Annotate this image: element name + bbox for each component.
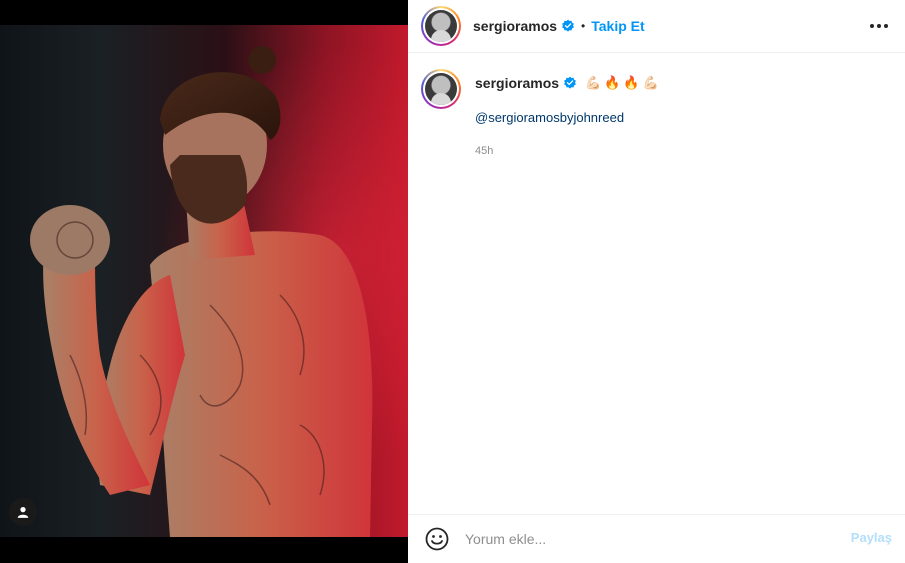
follow-button[interactable]: Takip Et (591, 18, 644, 34)
more-options-button[interactable] (867, 16, 891, 36)
share-comment-button[interactable]: Paylaş (851, 530, 892, 545)
tagged-users-button[interactable] (9, 498, 37, 526)
person-icon (17, 507, 29, 518)
verified-badge-icon (562, 19, 574, 32)
smiley-face-icon (425, 527, 449, 551)
post-timestamp[interactable]: 45h (475, 145, 662, 157)
caption-author-username[interactable]: sergioramos (475, 75, 559, 91)
caption-emojis: 💪🏻🔥🔥💪🏻 (585, 75, 662, 90)
verified-badge-icon (564, 76, 576, 89)
post-caption: sergioramos 💪🏻🔥🔥💪🏻 @sergioramosbyjohnree… (421, 69, 891, 157)
photo-illustration (30, 46, 373, 537)
comment-bar: Paylaş (408, 514, 905, 563)
header-separator: • (581, 19, 586, 33)
post-photo[interactable] (0, 25, 408, 537)
comment-input[interactable] (465, 527, 825, 551)
emoji-picker-button[interactable] (424, 526, 450, 552)
post-media (0, 0, 408, 563)
caption-mention-link[interactable]: @sergioramosbyjohnreed (475, 110, 662, 125)
author-username[interactable]: sergioramos (473, 18, 557, 34)
author-avatar[interactable] (421, 6, 461, 46)
post-details-panel: sergioramos • Takip Et sergioramos 💪🏻🔥🔥💪… (408, 0, 905, 563)
post-header: sergioramos • Takip Et (408, 0, 905, 53)
caption-author-avatar[interactable] (421, 69, 461, 109)
more-horizontal-icon (870, 24, 874, 28)
